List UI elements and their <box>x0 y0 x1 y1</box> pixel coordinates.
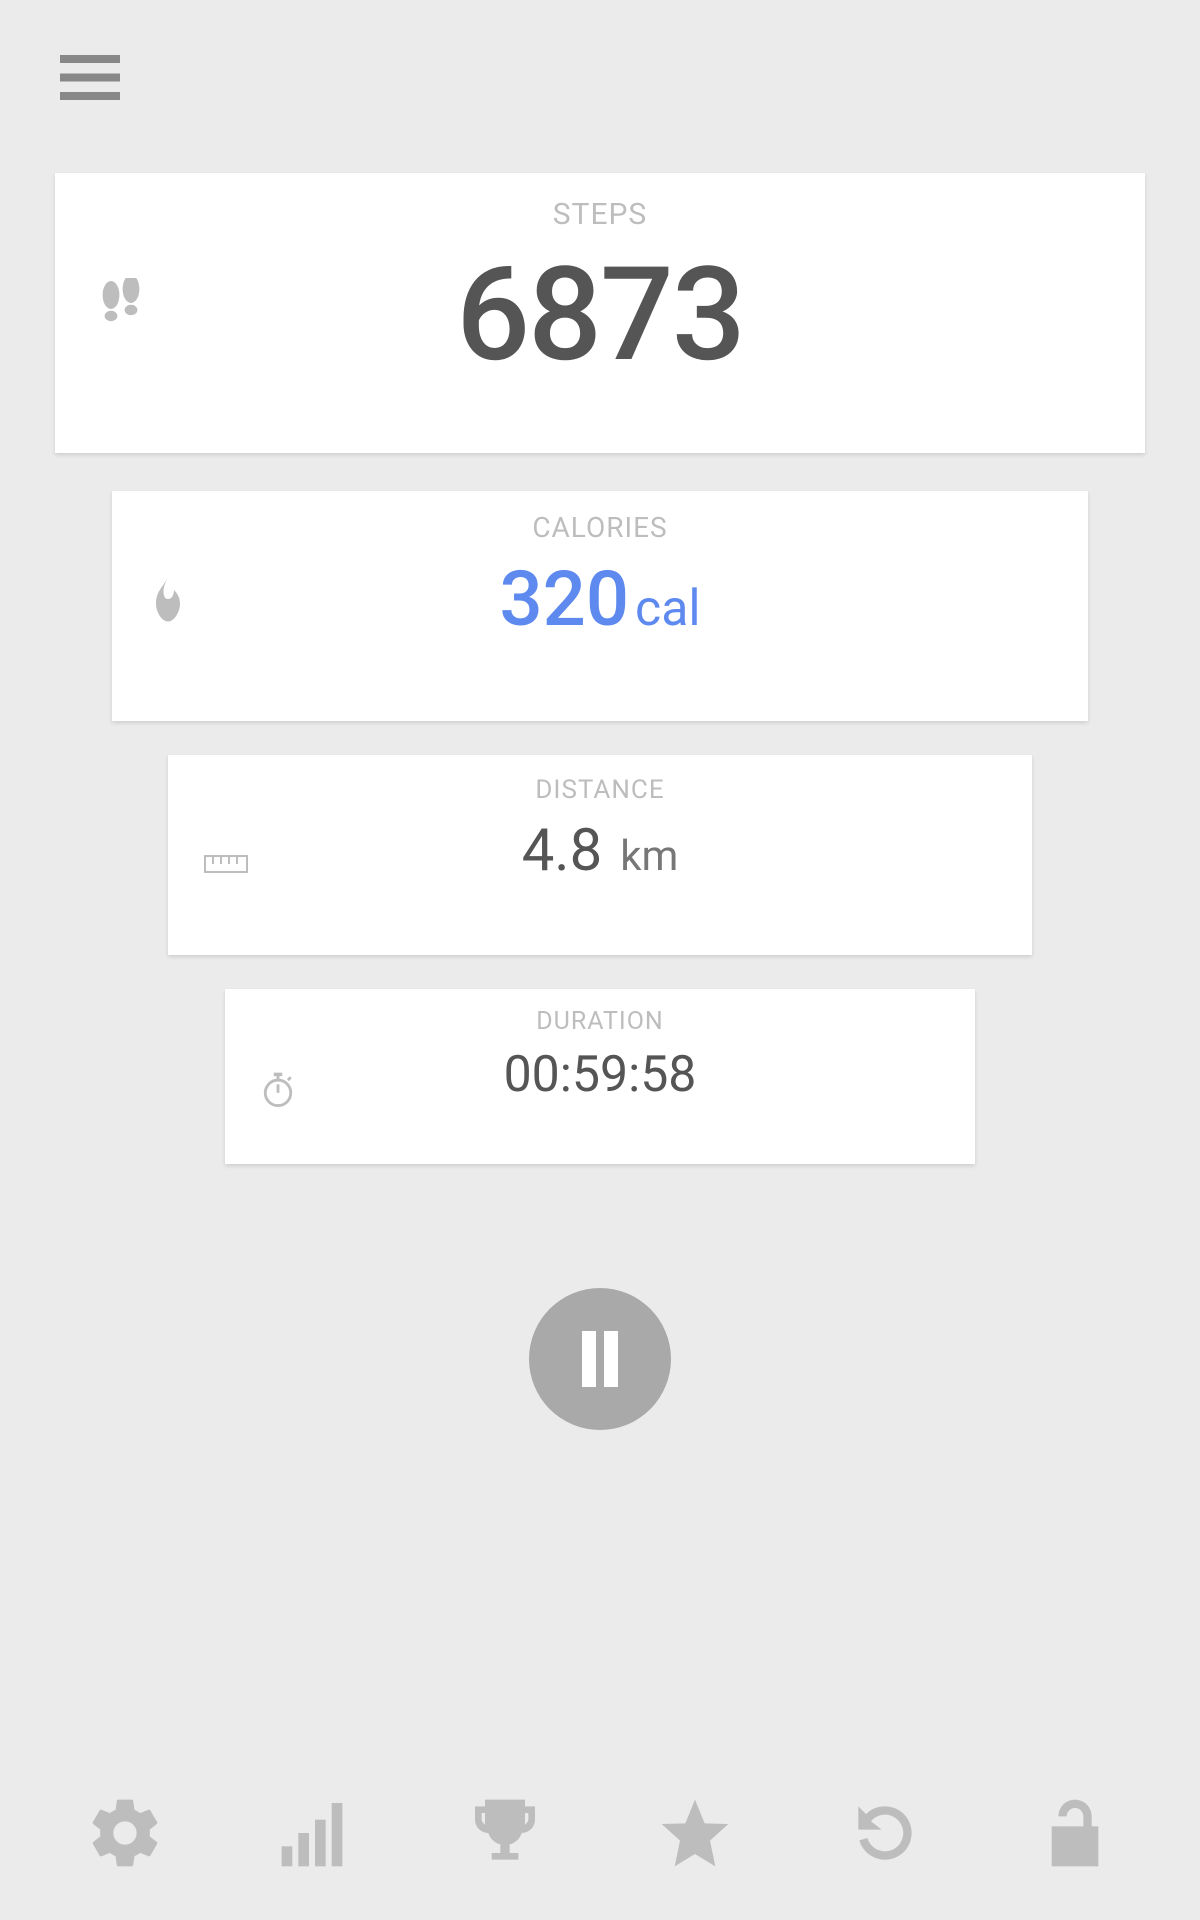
stopwatch-icon <box>261 1071 295 1113</box>
calories-label: CALORIES <box>112 511 1088 544</box>
distance-value: 4.8 km <box>168 817 1032 885</box>
settings-button[interactable] <box>85 1793 165 1873</box>
duration-label: DURATION <box>225 1007 975 1036</box>
trophy-icon <box>465 1793 545 1873</box>
achievements-button[interactable] <box>465 1793 545 1873</box>
calories-value: 320cal <box>112 554 1088 644</box>
calories-number: 320 <box>499 554 629 644</box>
unlock-icon <box>1035 1793 1115 1873</box>
menu-button[interactable] <box>60 55 120 100</box>
steps-label: STEPS <box>55 197 1145 232</box>
bar-chart-icon <box>275 1793 355 1873</box>
ruler-icon <box>204 855 248 877</box>
calories-unit: cal <box>635 580 701 638</box>
gear-icon <box>85 1793 165 1873</box>
refresh-button[interactable] <box>845 1793 925 1873</box>
distance-label: DISTANCE <box>168 775 1032 805</box>
duration-card[interactable]: DURATION 00:59:58 <box>225 989 975 1164</box>
steps-card[interactable]: STEPS 6873 <box>55 173 1145 453</box>
pause-icon <box>576 1331 624 1387</box>
refresh-icon <box>845 1793 925 1873</box>
calories-card[interactable]: CALORIES 320cal <box>112 491 1088 721</box>
duration-value: 00:59:58 <box>225 1046 975 1104</box>
lock-button[interactable] <box>1035 1793 1115 1873</box>
metrics-cards: STEPS 6873 CALORIES 320cal DISTANCE <box>0 173 1200 1164</box>
bottom-toolbar <box>0 1780 1200 1885</box>
distance-unit: km <box>620 832 678 881</box>
distance-number: 4.8 <box>522 817 603 885</box>
distance-card[interactable]: DISTANCE 4.8 km <box>168 755 1032 955</box>
favorites-button[interactable] <box>655 1793 735 1873</box>
stats-button[interactable] <box>275 1793 355 1873</box>
pause-button[interactable] <box>529 1288 671 1430</box>
flame-icon <box>150 576 186 626</box>
footprints-icon <box>97 278 145 340</box>
star-icon <box>655 1793 735 1873</box>
steps-value: 6873 <box>55 238 1145 391</box>
hamburger-icon <box>60 55 120 100</box>
